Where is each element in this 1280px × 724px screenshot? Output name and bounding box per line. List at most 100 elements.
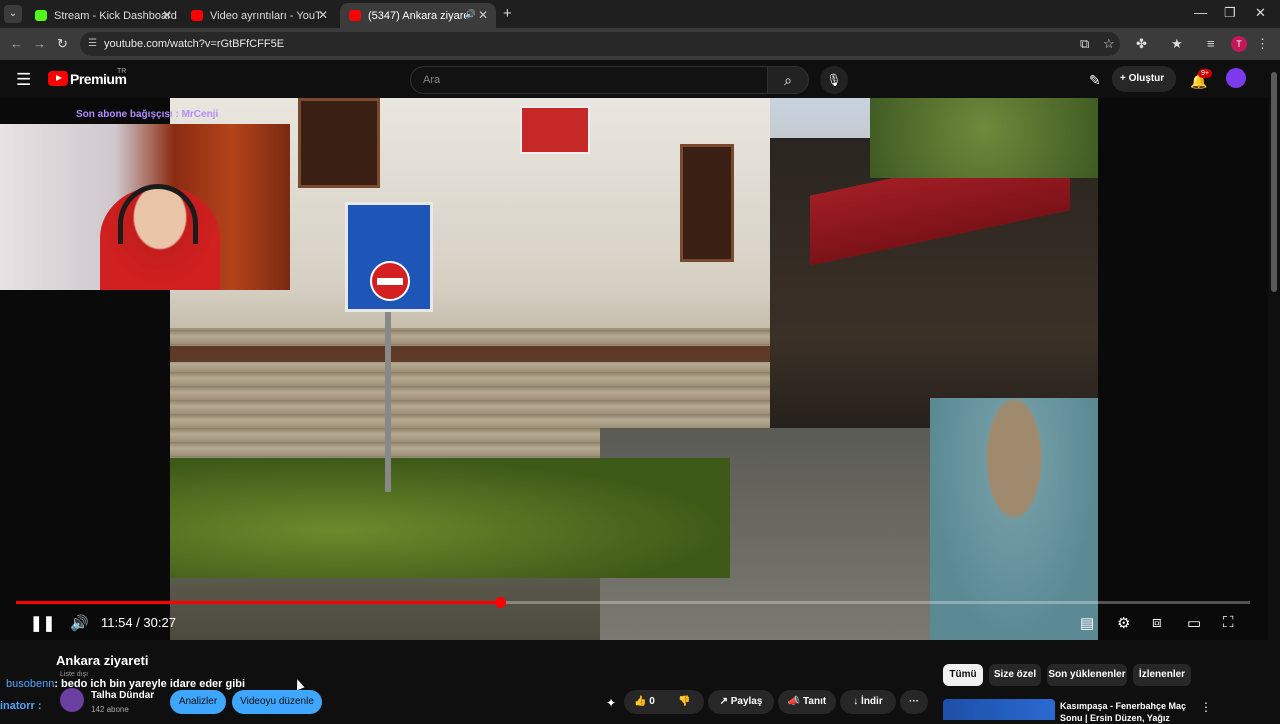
close-tab-icon[interactable]: ✕ — [162, 8, 172, 22]
tab-youtube-studio[interactable]: Video ayrıntıları - YouTube Studi ✕ — [182, 3, 336, 28]
tab-search-icon[interactable]: ⌄ — [4, 5, 22, 23]
cast-icon[interactable]: ⧉ — [1080, 36, 1089, 52]
chat-username: busobenn — [6, 678, 55, 690]
tree-image — [870, 98, 1098, 178]
video-info-area: Ankara ziyareti Liste dışı busobenn: bed… — [0, 640, 1268, 723]
video-frame[interactable] — [170, 98, 1098, 640]
visibility-badge: Liste dışı — [60, 671, 89, 678]
pause-icon[interactable]: ❚❚ — [30, 614, 55, 632]
fullscreen-icon[interactable]: ⛶ — [1223, 614, 1234, 631]
tab-ankara-video[interactable]: (5347) Ankara ziyareti - You 🔊 ✕ — [340, 3, 496, 28]
forward-arrow-icon[interactable]: → — [33, 36, 46, 51]
voice-search-mic-icon[interactable]: 🎙 — [820, 66, 848, 94]
search-input[interactable]: Ara — [410, 66, 768, 94]
search-button[interactable]: ⌕ — [767, 66, 809, 94]
analytics-button[interactable]: Analizler — [170, 690, 226, 714]
more-actions-button[interactable]: ··· — [900, 690, 928, 714]
notification-badge: 9+ — [1198, 69, 1212, 78]
chip-recent-uploads[interactable]: Son yüklenenler — [1047, 664, 1127, 686]
download-button[interactable]: ↓ İndir — [840, 690, 896, 714]
create-label: Oluştur — [1128, 73, 1165, 84]
subtitles-icon[interactable]: ▤ — [1080, 614, 1094, 632]
progress-scrubber[interactable] — [494, 597, 506, 608]
scrollbar-thumb[interactable] — [1271, 72, 1277, 292]
site-info-icon[interactable]: ☰ — [88, 38, 97, 49]
promote-button[interactable]: 📣 Tanıt — [778, 690, 836, 714]
create-button[interactable]: + Oluştur — [1112, 66, 1176, 92]
like-count: 0 — [649, 696, 655, 707]
time-display: 11:54 / 30:27 — [101, 615, 176, 630]
bookmark-star-icon[interactable]: ☆ — [1103, 36, 1115, 52]
close-window-button[interactable]: ✕ — [1255, 5, 1266, 21]
channel-name[interactable]: Talha Dündar — [91, 690, 154, 701]
like-icon[interactable]: 👍 — [634, 696, 646, 707]
settings-gear-icon[interactable]: ⚙ — [1117, 614, 1130, 632]
close-tab-icon[interactable]: ✕ — [478, 8, 488, 22]
bushes-image — [170, 458, 730, 578]
search-icon: ⌕ — [784, 72, 792, 88]
youtube-logo-icon[interactable] — [48, 71, 68, 86]
webcam-overlay — [0, 124, 290, 290]
video-scenery — [170, 346, 770, 362]
kick-favicon-icon — [35, 10, 47, 21]
video-title: Ankara ziyareti — [56, 653, 149, 668]
ai-sparkle-icon[interactable]: ✦ — [606, 696, 616, 710]
miniplayer-icon[interactable]: ⧈ — [1152, 614, 1162, 631]
no-entry-sign-image — [345, 202, 433, 312]
maximize-button[interactable]: ❐ — [1224, 5, 1236, 21]
extensions-icon[interactable]: ✤ — [1136, 36, 1147, 52]
youtube-favicon-icon — [349, 10, 361, 21]
address-toolbar: ← → ↻ ☰ youtube.com/watch?v=rGtBFfCFF5E … — [0, 28, 1280, 60]
recommendation-title[interactable]: Kasımpaşa - Fenerbahçe Maç Sonu | Ersin … — [1060, 700, 1200, 724]
sign-pole-image — [385, 312, 391, 492]
like-dislike-group[interactable]: 👍 0 👎 — [624, 690, 704, 714]
volume-icon[interactable]: 🔊 — [70, 614, 89, 632]
share-button[interactable]: ↗ Paylaş — [708, 690, 774, 714]
tab-title: (5347) Ankara ziyareti - You — [368, 10, 466, 22]
recommendation-thumbnail[interactable] — [943, 699, 1055, 720]
media-control-icon[interactable]: ≡ — [1207, 36, 1215, 51]
studio-icon[interactable]: ✎ — [1089, 72, 1101, 89]
edit-video-button[interactable]: Videoyu düzenle — [232, 690, 322, 714]
share-label: Paylaş — [730, 696, 763, 707]
bookmarks-icon[interactable]: ★ — [1171, 36, 1183, 52]
chip-watched[interactable]: İzlenenler — [1133, 664, 1191, 686]
logo-country-code: TR — [117, 68, 127, 75]
chat-overlay-line: busobenn: bedo ich bin yareyle idare ede… — [6, 678, 245, 690]
youtube-favicon-icon — [191, 10, 203, 21]
recommendation-menu-icon[interactable]: ⋮ — [1200, 700, 1212, 714]
tab-kick-dashboard[interactable]: Stream - Kick Dashboard ✕ — [26, 3, 180, 28]
profile-avatar[interactable]: T — [1231, 36, 1247, 52]
dislike-icon[interactable]: 👎 — [678, 690, 690, 714]
progress-fill — [16, 601, 500, 604]
new-tab-button[interactable]: + — [503, 5, 512, 22]
browser-menu-icon[interactable]: ⋮ — [1256, 36, 1269, 52]
audio-playing-icon[interactable]: 🔊 — [465, 9, 476, 20]
no-entry-icon — [370, 261, 410, 301]
page-scrollbar[interactable] — [1268, 60, 1280, 720]
reload-icon[interactable]: ↻ — [57, 36, 68, 52]
chat-username: inatorr : — [0, 700, 42, 712]
youtube-header: ☰ Premium TR Ara ⌕ 🎙 ✎ + Oluştur 🔔 9+ — [0, 60, 1280, 98]
stream-overlay-text: Son abone bağışçısı : MrCenji — [76, 109, 219, 120]
account-avatar[interactable] — [1226, 68, 1246, 88]
back-arrow-icon[interactable]: ← — [10, 36, 23, 51]
window-image — [680, 144, 734, 262]
chip-all[interactable]: Tümü — [943, 664, 983, 686]
close-tab-icon[interactable]: ✕ — [318, 8, 328, 22]
progress-bar[interactable] — [16, 597, 1250, 608]
hamburger-menu-icon[interactable]: ☰ — [16, 70, 31, 90]
theater-mode-icon[interactable]: ▭ — [1187, 614, 1201, 632]
url-text: youtube.com/watch?v=rGtBFfCFF5E — [104, 38, 285, 50]
channel-avatar[interactable] — [60, 688, 84, 712]
window-image — [298, 98, 380, 188]
chat-message: : bedo ich bin yareyle idare eder gibi — [54, 678, 246, 690]
url-bar[interactable]: ☰ youtube.com/watch?v=rGtBFfCFF5E — [80, 32, 1120, 56]
download-label: İndir — [861, 696, 883, 707]
video-player[interactable]: Son abone bağışçısı : MrCenji ❚❚ 🔊 11:54… — [0, 98, 1268, 640]
tab-title: Video ayrıntıları - YouTube Studi — [210, 10, 322, 22]
promote-label: Tanıt — [803, 696, 827, 707]
subscriber-count: 142 abone — [91, 705, 129, 714]
chip-for-you[interactable]: Size özel — [989, 664, 1041, 686]
minimize-button[interactable]: — — [1194, 5, 1207, 20]
